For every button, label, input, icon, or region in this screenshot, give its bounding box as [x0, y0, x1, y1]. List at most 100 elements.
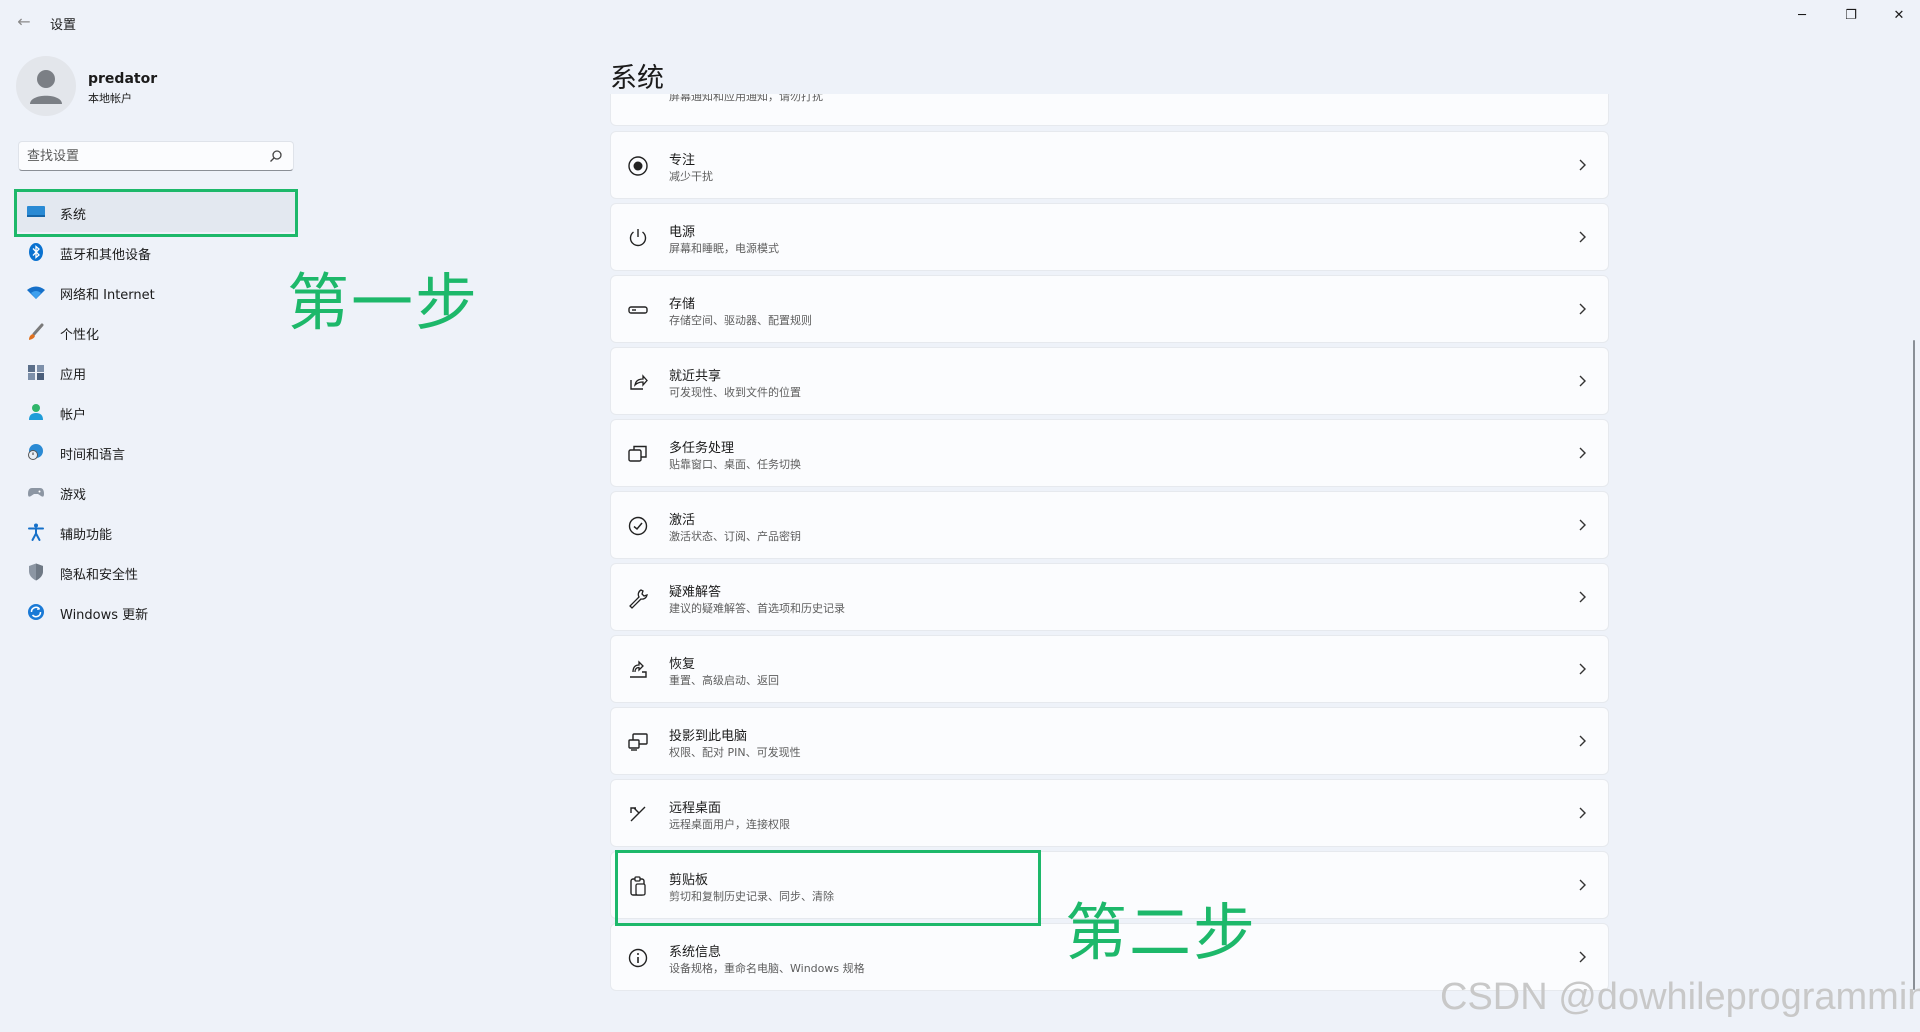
chevron-right-icon: [1574, 660, 1590, 678]
card-description: 远程桌面用户，连接权限: [669, 818, 790, 831]
title-bar: ← 设置 ─ ❐ ✕: [0, 0, 1920, 46]
sidebar-item-gaming[interactable]: 游戏: [16, 472, 296, 512]
sidebar-item-windows-update[interactable]: Windows 更新: [16, 592, 296, 632]
focus-icon: [627, 155, 649, 177]
settings-card-focus[interactable]: 专注 减少干扰: [610, 131, 1609, 199]
sidebar-item-accounts[interactable]: 帐户: [16, 392, 296, 432]
search-box[interactable]: [18, 141, 294, 171]
chevron-right-icon: [1574, 372, 1590, 390]
chevron-right-icon: [1574, 444, 1590, 462]
card-description: 设备规格，重命名电脑、Windows 规格: [669, 962, 865, 975]
sidebar-item-label: 个性化: [60, 328, 100, 343]
step1-annotation: 第一步: [287, 266, 480, 339]
back-arrow-icon[interactable]: ←: [14, 12, 34, 32]
sidebar-item-label: 网络和 Internet: [60, 288, 155, 303]
close-button[interactable]: ✕: [1884, 6, 1914, 26]
chevron-right-icon: [1574, 516, 1590, 534]
sidebar-item-privacy[interactable]: 隐私和安全性: [16, 552, 296, 592]
card-description: 屏幕通知和应用通知，请勿打扰: [669, 94, 823, 103]
card-description: 重置、高级启动、返回: [669, 674, 779, 687]
sidebar-item-label: 辅助功能: [60, 528, 113, 543]
sidebar-item-label: 游戏: [60, 488, 87, 503]
card-title: 激活: [669, 513, 696, 528]
bluetooth-icon: [26, 242, 46, 262]
settings-card-storage[interactable]: 存储 存储空间、驱动器、配置规则: [610, 275, 1609, 343]
user-name: predator: [88, 71, 158, 87]
card-description: 减少干扰: [669, 170, 713, 183]
sidebar-item-personalization[interactable]: 个性化: [16, 312, 296, 352]
person-icon: [30, 70, 62, 104]
settings-card-multitask[interactable]: 多任务处理贴靠窗口、桌面、任务切换: [610, 419, 1609, 487]
card-title: 投影到此电脑: [669, 729, 748, 744]
remote-icon: [627, 803, 649, 825]
chevron-right-icon: [1574, 732, 1590, 750]
settings-card-partial[interactable]: 屏幕通知和应用通知，请勿打扰: [610, 94, 1609, 126]
card-description: 权限、配对 PIN、可发现性: [669, 746, 801, 759]
card-title: 多任务处理: [669, 441, 735, 456]
power-icon: [627, 227, 649, 249]
scrollbar[interactable]: [1913, 340, 1915, 990]
card-title: 系统信息: [669, 945, 722, 960]
chevron-right-icon: [1574, 876, 1590, 894]
settings-card-remote[interactable]: 远程桌面远程桌面用户，连接权限: [610, 779, 1609, 847]
card-description: 激活状态、订阅、产品密钥: [669, 530, 801, 543]
sidebar-item-accessibility[interactable]: 辅助功能: [16, 512, 296, 552]
minimize-button[interactable]: ─: [1787, 6, 1817, 26]
sidebar-item-label: 蓝牙和其他设备: [60, 248, 152, 263]
page-title: 系统: [610, 63, 664, 94]
settings-card-wrench[interactable]: 疑难解答建议的疑难解答、首选项和历史记录: [610, 563, 1609, 631]
settings-card-power[interactable]: 电源屏幕和睡眠，电源模式: [610, 203, 1609, 271]
settings-card-activation[interactable]: 激活激活状态、订阅、产品密钥: [610, 491, 1609, 559]
settings-card-share[interactable]: 就近共享可发现性、收到文件的位置: [610, 347, 1609, 415]
chevron-right-icon: [1574, 804, 1590, 822]
share-icon: [627, 371, 649, 393]
sidebar-item-label: 应用: [60, 368, 87, 383]
card-description: 屏幕和睡眠，电源模式: [669, 242, 779, 255]
account-icon: [26, 402, 46, 422]
sidebar-item-time-language[interactable]: 时间和语言: [16, 432, 296, 472]
sidebar-item-label: 隐私和安全性: [60, 568, 139, 583]
step2-highlight-box: [615, 850, 1041, 926]
avatar[interactable]: [16, 56, 76, 116]
card-description: 贴靠窗口、桌面、任务切换: [669, 458, 801, 471]
wrench-icon: [627, 587, 649, 609]
search-input[interactable]: [27, 142, 257, 170]
card-title: 恢复: [669, 657, 696, 672]
sidebar-item-network[interactable]: 网络和 Internet: [16, 272, 296, 312]
card-title: 远程桌面: [669, 801, 722, 816]
update-icon: [26, 602, 46, 622]
sidebar-item-label: 时间和语言: [60, 448, 126, 463]
chevron-right-icon: [1574, 228, 1590, 246]
chevron-right-icon: [1574, 948, 1590, 966]
watermark: CSDN @dowhileprogramming: [1440, 976, 1920, 1018]
sidebar-item-apps[interactable]: 应用: [16, 352, 296, 392]
recovery-icon: [627, 659, 649, 681]
account-type: 本地帐户: [88, 92, 132, 105]
chevron-right-icon: [1574, 588, 1590, 606]
wifi-icon: [26, 282, 46, 302]
info-icon: [627, 947, 649, 969]
globe-clock-icon: [26, 442, 46, 462]
settings-card-recovery[interactable]: 恢复重置、高级启动、返回: [610, 635, 1609, 703]
sidebar-item-label: Windows 更新: [60, 608, 149, 623]
step2-annotation: 第二步: [1065, 896, 1258, 969]
chevron-right-icon: [1574, 300, 1590, 318]
maximize-button[interactable]: ❐: [1836, 6, 1866, 26]
search-icon[interactable]: [269, 149, 283, 163]
step1-highlight-box: [14, 189, 298, 237]
card-title: 专注: [669, 153, 696, 168]
settings-card-projection[interactable]: 投影到此电脑权限、配对 PIN、可发现性: [610, 707, 1609, 775]
card-description: 可发现性、收到文件的位置: [669, 386, 801, 399]
sidebar-item-bluetooth[interactable]: 蓝牙和其他设备: [16, 232, 296, 272]
card-title: 电源: [669, 225, 696, 240]
card-description: 建议的疑难解答、首选项和历史记录: [669, 602, 845, 615]
card-title: 疑难解答: [669, 585, 722, 600]
shield-icon: [26, 562, 46, 582]
apps-icon: [26, 362, 46, 382]
sidebar-item-label: 帐户: [60, 408, 87, 423]
window-title: 设置: [50, 18, 77, 33]
card-title: 存储: [669, 297, 696, 312]
card-title: 就近共享: [669, 369, 722, 384]
multitask-icon: [627, 443, 649, 465]
activation-icon: [627, 515, 649, 537]
